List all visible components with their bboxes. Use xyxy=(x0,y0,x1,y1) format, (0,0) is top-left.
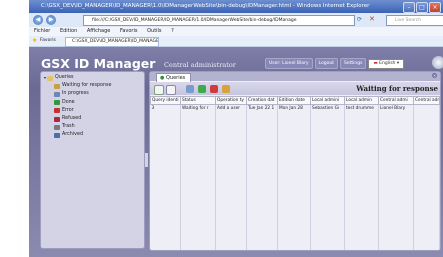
minimize-icon[interactable]: – xyxy=(403,2,415,13)
column-header[interactable]: Local admin xyxy=(344,96,379,105)
menu-tools[interactable]: Outils xyxy=(147,28,161,34)
language-value: English xyxy=(379,60,396,66)
back-icon[interactable]: ◀ xyxy=(33,15,43,25)
address-bar: ◀ ▶ file:///C:/GSX_DEV/ID_MANAGER/ID_MAN… xyxy=(29,13,443,28)
tree-item-waiting[interactable]: Waiting for response xyxy=(44,82,111,90)
column-header[interactable]: Status xyxy=(180,96,216,105)
stop-icon[interactable]: ✕ xyxy=(369,15,375,23)
check-icon xyxy=(54,100,60,106)
hourglass-icon xyxy=(54,83,60,89)
approve-icon[interactable] xyxy=(198,85,206,93)
table-cell: Waiting for r xyxy=(180,104,216,112)
refresh-queries-icon[interactable] xyxy=(154,85,164,95)
table-row[interactable]: 3 Waiting for r Add a user Tue Jan 22 1 … xyxy=(150,104,440,112)
tree-item-label: Refused xyxy=(62,116,82,122)
tree-item-archived[interactable]: Archived xyxy=(44,131,111,139)
tab-queries[interactable]: ● Queries xyxy=(156,73,191,82)
language-select[interactable]: ▬ English ▾ xyxy=(368,58,405,69)
panel-splitter[interactable] xyxy=(145,153,148,167)
menu-help[interactable]: ? xyxy=(171,28,174,34)
query-toolbar: Waiting for response xyxy=(150,82,440,95)
table-cell: Lionel Blary xyxy=(378,104,414,112)
maximize-icon[interactable]: □ xyxy=(416,2,428,13)
tree-item-trash[interactable]: Trash xyxy=(44,123,111,131)
menu-favorites[interactable]: Favoris xyxy=(120,28,138,34)
menu-view[interactable]: Affichage xyxy=(87,28,111,34)
tree-item-done[interactable]: Done xyxy=(44,99,111,107)
tree-item-error[interactable]: Error xyxy=(44,107,111,115)
header-links: User: Lionel Blary Logout Settings ▬ Eng… xyxy=(265,56,443,69)
tree-root-queries[interactable]: ▾ Queries xyxy=(44,74,111,82)
expand-arrow-icon[interactable]: ▾ xyxy=(44,74,46,82)
table-cell: 3 xyxy=(150,104,181,112)
table-cell: test drumme xyxy=(344,104,379,112)
window-title: C:\GSX_DEV\ID_MANAGER\ID_MANAGER\1.0\IDM… xyxy=(41,3,370,9)
favorites-button[interactable]: Favoris xyxy=(40,36,56,46)
table-cell: Add a user xyxy=(215,104,247,112)
star-icon[interactable]: ★ xyxy=(32,36,37,46)
table-cell xyxy=(413,104,440,112)
empty-table-area xyxy=(150,112,440,250)
menu-file[interactable]: Fichier xyxy=(34,28,50,34)
sidebar: ▾ Queries Waiting for response In progre… xyxy=(40,71,145,249)
settings-link[interactable]: Settings xyxy=(339,58,367,69)
reject-icon[interactable] xyxy=(210,85,218,93)
url-input[interactable]: file:///C:/GSX_DEV/ID_MANAGER/ID_MANAGER… xyxy=(83,15,355,26)
column-header[interactable]: Query identi xyxy=(150,96,181,105)
browser-tab[interactable]: C:\GSX_DEV\ID_MANAGER\ID_MANAGER\1.0\IDM… xyxy=(65,37,159,47)
close-tab-icon[interactable]: × xyxy=(432,73,437,78)
table-cell: Tue Jan 22 1 xyxy=(246,104,278,112)
tree-item-label: Waiting for response xyxy=(62,83,112,89)
queries-tab-icon: ● xyxy=(160,75,165,81)
app-logo: GSX ID Manager xyxy=(41,56,156,71)
menu-bar: Fichier Edition Affichage Favoris Outils… xyxy=(29,27,443,36)
edit-icon[interactable] xyxy=(186,85,194,93)
tree-item-label: Archived xyxy=(62,132,83,138)
column-header[interactable]: Central admi xyxy=(413,96,440,105)
window-title-bar: C:\GSX_DEV\ID_MANAGER\ID_MANAGER\1.0\IDM… xyxy=(29,0,443,13)
logout-link[interactable]: Logout xyxy=(314,58,338,69)
menu-edit[interactable]: Edition xyxy=(60,28,77,34)
tree-item-label: Done xyxy=(62,99,75,105)
user-link[interactable]: User: Lionel Blary xyxy=(265,58,313,69)
app-badge-icon xyxy=(432,56,443,69)
archive-icon xyxy=(54,133,60,139)
gears-icon xyxy=(54,92,60,97)
main-panel: ● Queries × Waiting for response Query i… xyxy=(149,71,441,251)
flag-icon: ▬ xyxy=(373,60,378,66)
queries-table: Query identi Status Operation ty Creatio… xyxy=(150,96,440,250)
favorites-bar: ★ Favoris C:\GSX_DEV\ID_MANAGER\ID_MANAG… xyxy=(29,36,443,47)
tree-root-label: Queries xyxy=(55,75,74,80)
tree-item-label: In progress xyxy=(62,91,89,97)
table-cell: Sebastien Gi xyxy=(310,104,345,112)
column-header[interactable]: Edition date xyxy=(277,96,311,105)
folder-icon xyxy=(47,75,54,81)
tree-item-label: Trash xyxy=(62,124,75,130)
trash-icon xyxy=(54,124,60,130)
column-header[interactable]: Operation ty xyxy=(215,96,247,105)
tab-row: ● Queries × xyxy=(150,72,440,82)
view-icon[interactable] xyxy=(166,85,176,95)
column-header[interactable]: Creation dat xyxy=(246,96,278,105)
tree-item-refused[interactable]: Refused xyxy=(44,115,111,123)
refused-icon xyxy=(54,116,60,122)
tree-item-in-progress[interactable]: In progress xyxy=(44,90,111,98)
tree-item-label: Error xyxy=(62,107,74,113)
app-subtitle: Central administrator xyxy=(164,61,236,69)
table-header-row: Query identi Status Operation ty Creatio… xyxy=(150,96,440,105)
app-container: GSX ID Manager Central administrator Use… xyxy=(29,47,443,257)
forward-icon[interactable]: ▶ xyxy=(46,15,56,25)
refresh-icon[interactable]: ⟳ xyxy=(357,16,362,23)
tab-label: Queries xyxy=(165,75,186,81)
error-icon xyxy=(54,108,60,114)
column-header[interactable]: Central admi xyxy=(378,96,414,105)
view-heading: Waiting for response xyxy=(356,84,438,93)
column-header[interactable]: Local admini xyxy=(310,96,345,105)
table-cell: Mon Jan 28 xyxy=(277,104,311,112)
queries-tree: ▾ Queries Waiting for response In progre… xyxy=(44,74,111,140)
archive-query-icon[interactable] xyxy=(222,85,230,93)
close-icon[interactable]: × xyxy=(429,2,441,13)
search-input[interactable]: Live Search xyxy=(386,15,443,26)
